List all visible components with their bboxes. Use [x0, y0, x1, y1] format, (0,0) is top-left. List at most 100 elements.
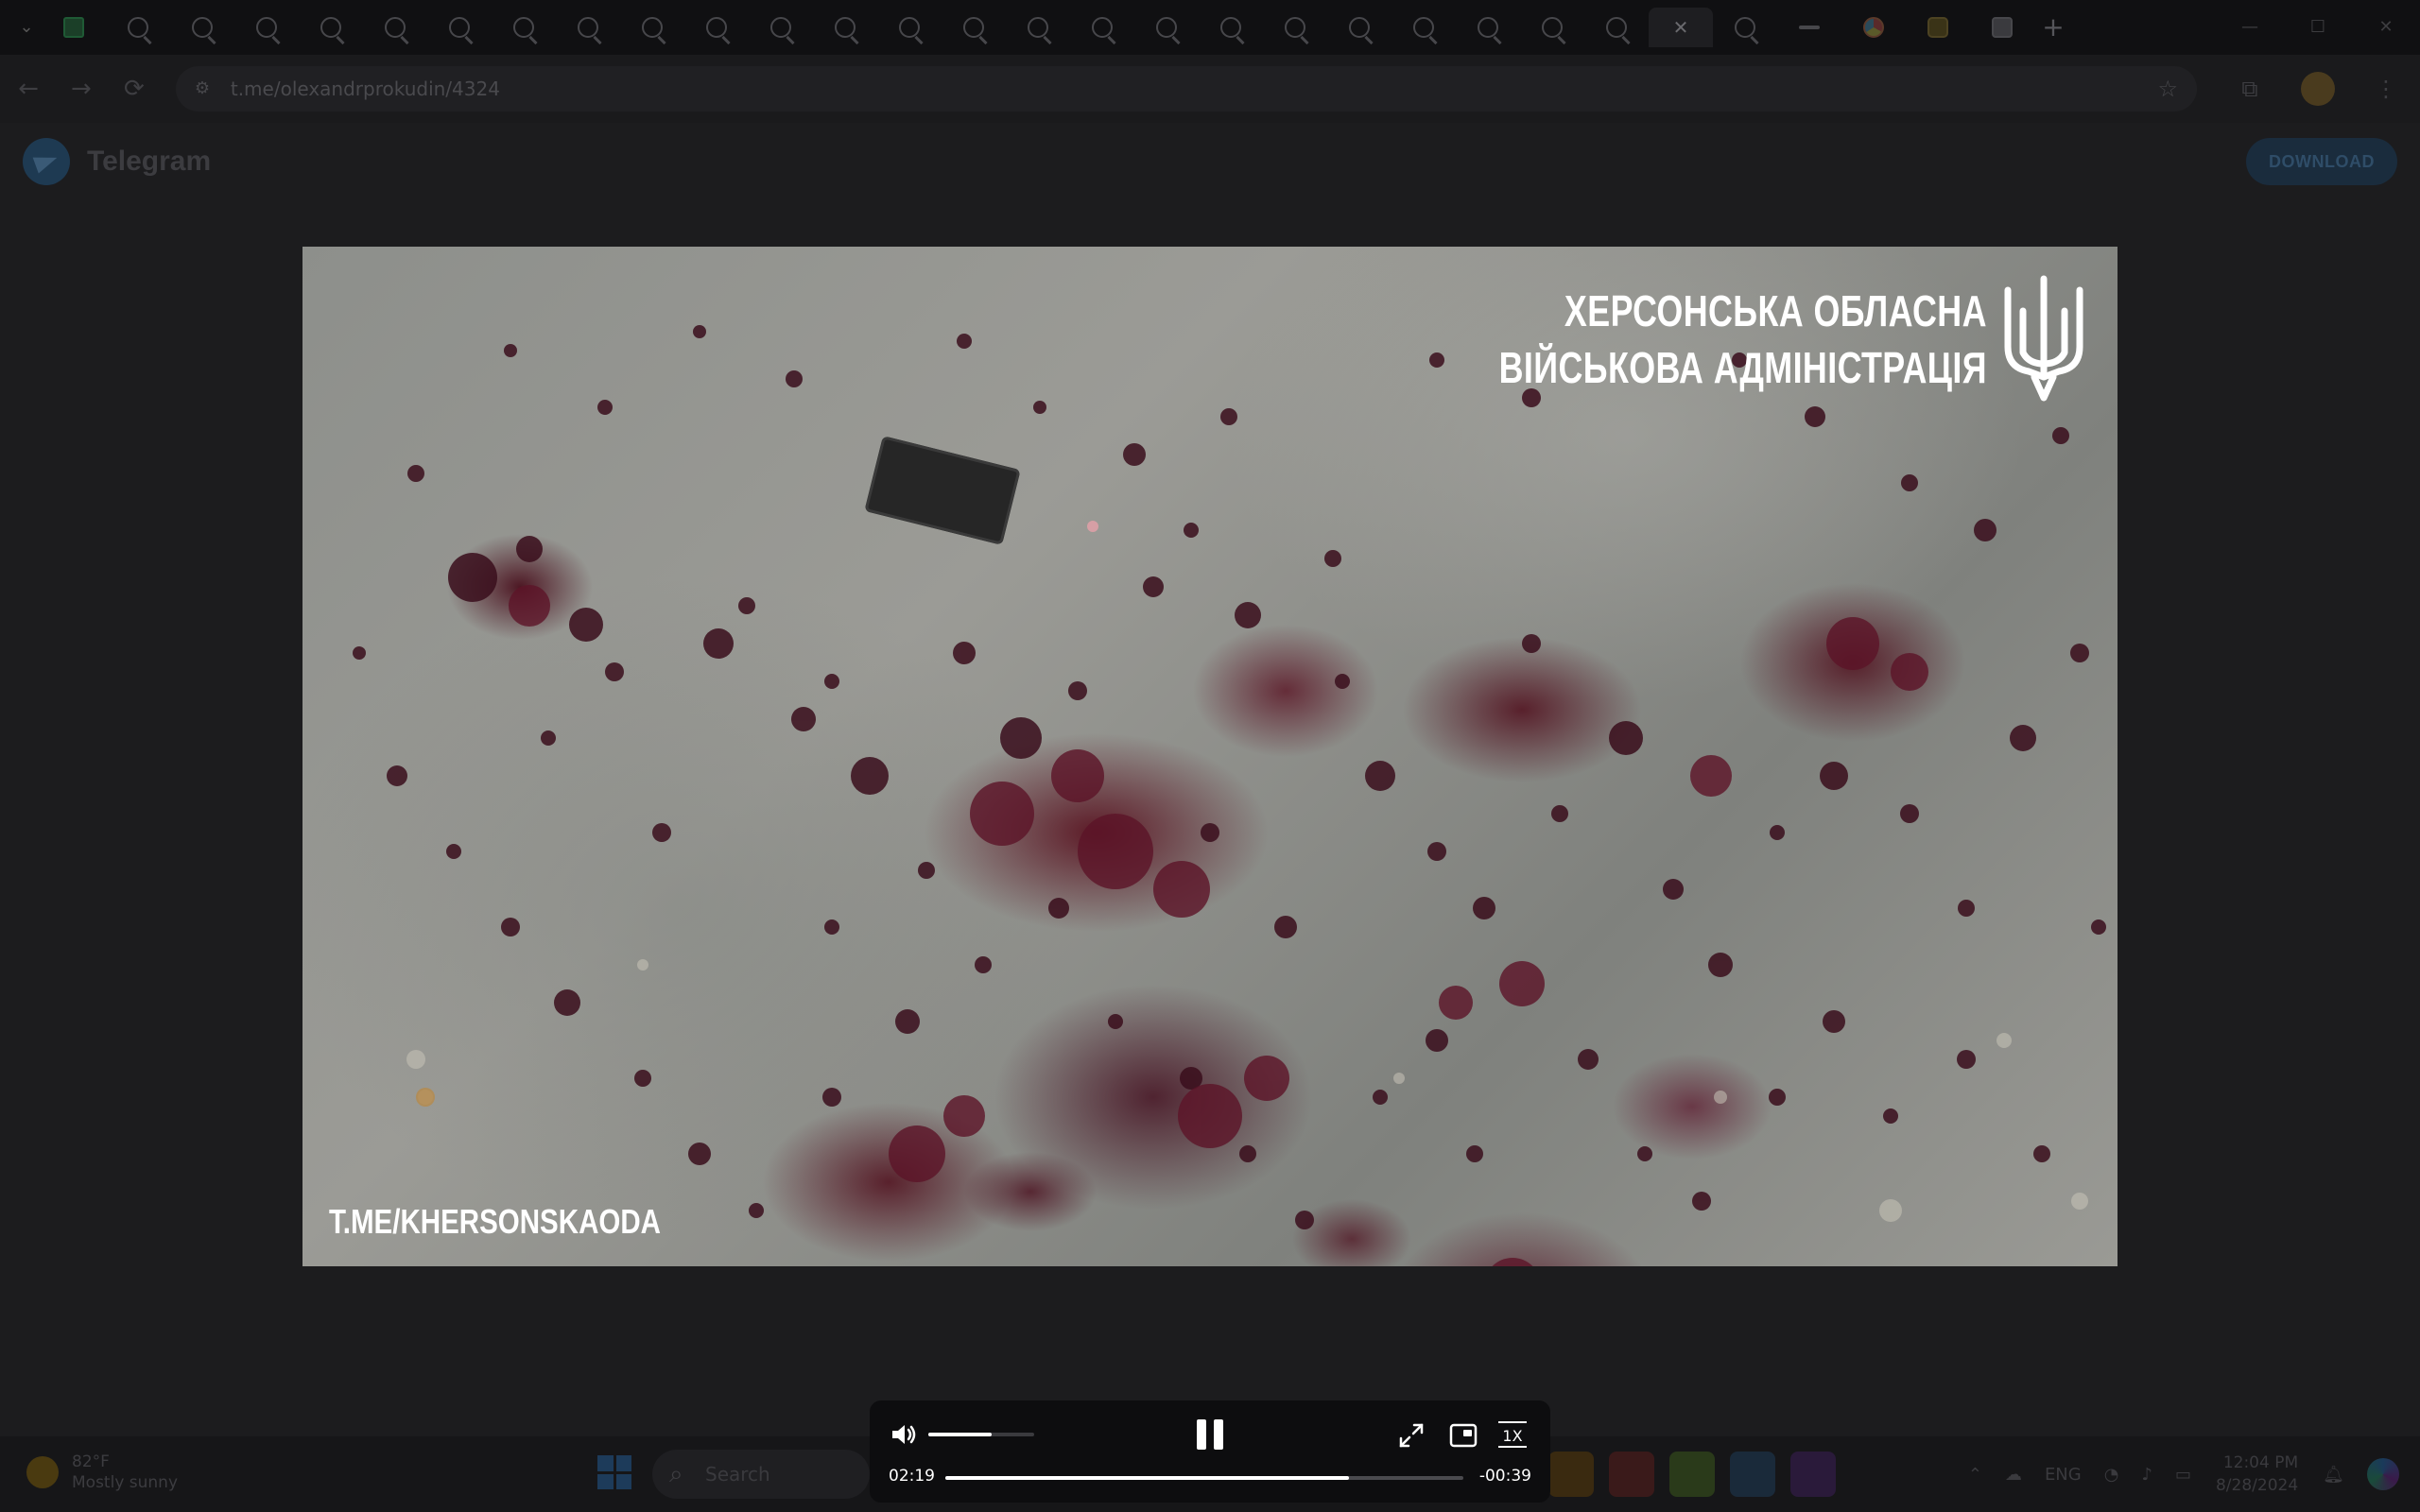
wifi-icon[interactable]: ◔	[2104, 1465, 2119, 1485]
chrome-icon	[1863, 17, 1884, 38]
tab[interactable]	[1070, 8, 1134, 47]
weather-temp: 82°F	[72, 1452, 110, 1471]
tab[interactable]	[1327, 8, 1392, 47]
battery-icon[interactable]: ▭	[2175, 1465, 2191, 1485]
cloud-icon[interactable]: ☁	[2005, 1465, 2022, 1485]
taskbar-search-field[interactable]: Search	[652, 1450, 870, 1499]
copilot-icon[interactable]	[2367, 1458, 2399, 1490]
forward-arrow-icon[interactable]: →	[57, 64, 106, 113]
tab[interactable]	[1777, 8, 1841, 47]
tab[interactable]	[170, 8, 234, 47]
search-icon	[770, 17, 791, 38]
explorer-app-icon[interactable]	[1548, 1452, 1594, 1497]
search-icon	[1220, 17, 1241, 38]
tab[interactable]	[1392, 8, 1456, 47]
search-icon	[128, 17, 148, 38]
discord-app-icon[interactable]	[1790, 1452, 1836, 1497]
remaining-time: -00:39	[1478, 1467, 1531, 1486]
weather-text: 82°F Mostly sunny	[72, 1452, 178, 1493]
tab-search-chevron-icon[interactable]: ⌄	[11, 12, 42, 43]
new-tab-button[interactable]: +	[2034, 9, 2072, 46]
reload-icon[interactable]: ⟳	[110, 64, 159, 113]
toolbar-actions: ⧉ ⋮	[2216, 64, 2420, 113]
speaker-icon[interactable]: ♪	[2141, 1465, 2152, 1485]
tab[interactable]	[684, 8, 749, 47]
chrome-app-icon[interactable]	[1669, 1452, 1715, 1497]
search-icon	[256, 17, 277, 38]
search-icon	[385, 17, 406, 38]
tab[interactable]	[556, 8, 620, 47]
oblast-administration-watermark: ХЕРСОНСЬКА ОБЛАСНА ВІЙСЬКОВА АДМІНІСТРАЦ…	[1361, 273, 2087, 405]
editor-app-icon[interactable]	[1730, 1452, 1775, 1497]
pause-button[interactable]	[1191, 1416, 1229, 1453]
tab[interactable]	[1584, 8, 1649, 47]
tab[interactable]	[1520, 8, 1584, 47]
video-frame[interactable]: ХЕРСОНСЬКА ОБЛАСНА ВІЙСЬКОВА АДМІНІСТРАЦ…	[302, 247, 2118, 1266]
system-tray: ⌃ ☁ ENG ◔ ♪ ▭ 12:04 PM 8/28/2024 🔔︎	[1957, 1436, 2399, 1512]
tab[interactable]	[42, 8, 106, 47]
tab[interactable]	[1970, 8, 2034, 47]
back-arrow-icon[interactable]: ←	[4, 64, 53, 113]
picture-in-picture-icon[interactable]	[1448, 1421, 1478, 1450]
language-indicator[interactable]: ENG	[2045, 1465, 2082, 1485]
chat-icon	[1992, 17, 2013, 38]
watermark-text: ХЕРСОНСЬКА ОБЛАСНА ВІЙСЬКОВА АДМІНІСТРАЦ…	[1499, 283, 1987, 396]
extensions-icon[interactable]: ⧉	[2225, 64, 2274, 113]
tab[interactable]	[1906, 8, 1970, 47]
tab[interactable]	[1713, 8, 1777, 47]
brand-name[interactable]: Telegram	[87, 146, 211, 178]
tab[interactable]	[1006, 8, 1070, 47]
windows-start-icon[interactable]	[597, 1455, 631, 1489]
volume-icon[interactable]	[889, 1419, 919, 1450]
fullscreen-icon[interactable]	[1397, 1421, 1426, 1450]
download-button[interactable]: DOWNLOAD	[2246, 138, 2397, 185]
search-icon	[1413, 17, 1434, 38]
search-icon	[1349, 17, 1370, 38]
volume-slider[interactable]	[928, 1433, 1034, 1436]
tab[interactable]	[1456, 8, 1520, 47]
search-icon	[1542, 17, 1563, 38]
tab[interactable]	[1199, 8, 1263, 47]
tab[interactable]	[749, 8, 813, 47]
chevron-up-icon[interactable]: ⌃	[1968, 1465, 1982, 1485]
telegram-header: Telegram DOWNLOAD	[0, 123, 2420, 200]
tab[interactable]	[1134, 8, 1199, 47]
notification-bell-icon[interactable]: 🔔︎	[2323, 1465, 2344, 1485]
search-icon	[963, 17, 984, 38]
tab[interactable]	[1263, 8, 1327, 47]
tab[interactable]	[492, 8, 556, 47]
tab[interactable]	[299, 8, 363, 47]
tab[interactable]	[363, 8, 427, 47]
store-app-icon[interactable]	[1609, 1452, 1654, 1497]
dash-icon	[1799, 26, 1820, 29]
profile-avatar[interactable]	[2301, 72, 2335, 106]
tab[interactable]	[106, 8, 170, 47]
video-controls: 1X 02:19 -00:39	[870, 1400, 1550, 1503]
bookmark-star-icon[interactable]: ☆	[2157, 76, 2178, 102]
tab[interactable]	[427, 8, 492, 47]
weather-widget[interactable]: 82°F Mostly sunny	[26, 1452, 178, 1493]
current-time: 02:19	[889, 1467, 935, 1486]
menu-kebab-icon[interactable]: ⋮	[2361, 64, 2411, 113]
telegram-logo-icon[interactable]	[23, 138, 70, 185]
tab[interactable]	[813, 8, 877, 47]
tab[interactable]	[234, 8, 299, 47]
seek-bar[interactable]	[945, 1476, 1463, 1480]
tab[interactable]	[942, 8, 1006, 47]
channel-watermark: T.ME/KHERSONSKAODA	[329, 1202, 661, 1241]
tab[interactable]	[877, 8, 942, 47]
minimize-icon[interactable]: —	[2216, 0, 2284, 55]
url-field[interactable]: ⚙ t.me/olexandrprokudin/4324 ☆	[175, 66, 2197, 112]
site-settings-icon[interactable]: ⚙	[195, 78, 216, 99]
maximize-icon[interactable]: ☐	[2284, 0, 2352, 55]
pinned-apps	[1541, 1452, 1843, 1497]
search-icon	[1478, 17, 1498, 38]
tab[interactable]	[620, 8, 684, 47]
clock[interactable]: 12:04 PM 8/28/2024	[2216, 1452, 2298, 1497]
tab[interactable]	[1841, 8, 1906, 47]
tab-active-close-icon[interactable]: ✕	[1649, 8, 1713, 47]
clock-date: 8/28/2024	[2215, 1476, 2299, 1495]
search-icon	[1606, 17, 1627, 38]
close-icon[interactable]: ✕	[2352, 0, 2420, 55]
playback-speed-button[interactable]: 1X	[1498, 1421, 1527, 1448]
